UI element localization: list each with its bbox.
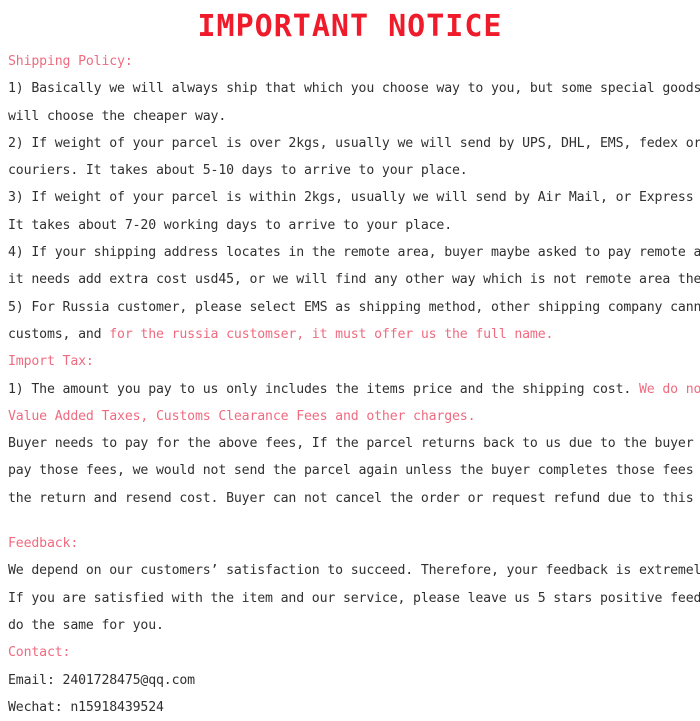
section-header-shipping-policy: Shipping Policy: xyxy=(8,54,133,69)
shipping-policy-line-2: will choose the cheaper way. xyxy=(8,108,227,124)
shipping-policy-line-5: 3) If weight of your parcel is within 2k… xyxy=(8,190,694,206)
shipping-policy-line-10-dark-segment: customs, and xyxy=(8,326,110,342)
shipping-policy-line-10-red-segment: for the russia customser, it must offer … xyxy=(109,326,554,342)
shipping-policy-line-3: 2) If weight of your parcel is over 2kgs… xyxy=(8,135,700,151)
import-tax-line-5: the return and resend cost. Buyer can no… xyxy=(8,490,700,506)
import-tax-line-1-red-segment: We do not add Duties, xyxy=(638,381,700,397)
section-header-contact: Contact: xyxy=(8,645,71,661)
section-header-import-tax: Import Tax: xyxy=(8,354,94,370)
shipping-policy-line-6: It takes about 7-20 working days to arri… xyxy=(8,217,453,233)
section-header-feedback: Feedback: xyxy=(8,536,79,552)
shipping-policy-line-7: 4) If your shipping address locates in t… xyxy=(8,245,700,261)
feedback-line-2: If you are satisfied with the item and o… xyxy=(8,590,700,606)
contact-email: Email: 2401728475@qq.com xyxy=(8,672,195,688)
feedback-line-3: do the same for you. xyxy=(8,617,164,633)
notice-body: Shipping Policy: 1) Basically we will al… xyxy=(0,48,700,721)
shipping-policy-line-4: couriers. It takes about 5-10 days to ar… xyxy=(8,163,468,179)
important-notice-page: IMPORTANT NOTICE Shipping Policy: 1) Bas… xyxy=(0,0,700,715)
contact-wechat: Wechat: n15918439524 xyxy=(8,699,164,715)
shipping-policy-line-8: it needs add extra cost usd45, or we wil… xyxy=(8,272,700,288)
page-title: IMPORTANT NOTICE xyxy=(197,9,503,44)
shipping-policy-line-9: 5) For Russia customer, please select EM… xyxy=(8,299,700,315)
import-tax-line-1: 1) The amount you pay to us only include… xyxy=(8,376,700,403)
feedback-line-1: We depend on our customers’ satisfaction… xyxy=(8,563,700,579)
import-tax-line-2: Value Added Taxes, Customs Clearance Fee… xyxy=(8,408,476,424)
shipping-policy-line-1: 1) Basically we will always ship that wh… xyxy=(8,81,700,97)
import-tax-line-1-dark-segment: 1) The amount you pay to us only include… xyxy=(8,381,639,397)
import-tax-line-3: Buyer needs to pay for the above fees, I… xyxy=(8,436,700,452)
import-tax-line-4: pay those fees, we would not send the pa… xyxy=(8,463,694,479)
shipping-policy-line-10: customs, and for the russia customser, i… xyxy=(8,321,692,348)
